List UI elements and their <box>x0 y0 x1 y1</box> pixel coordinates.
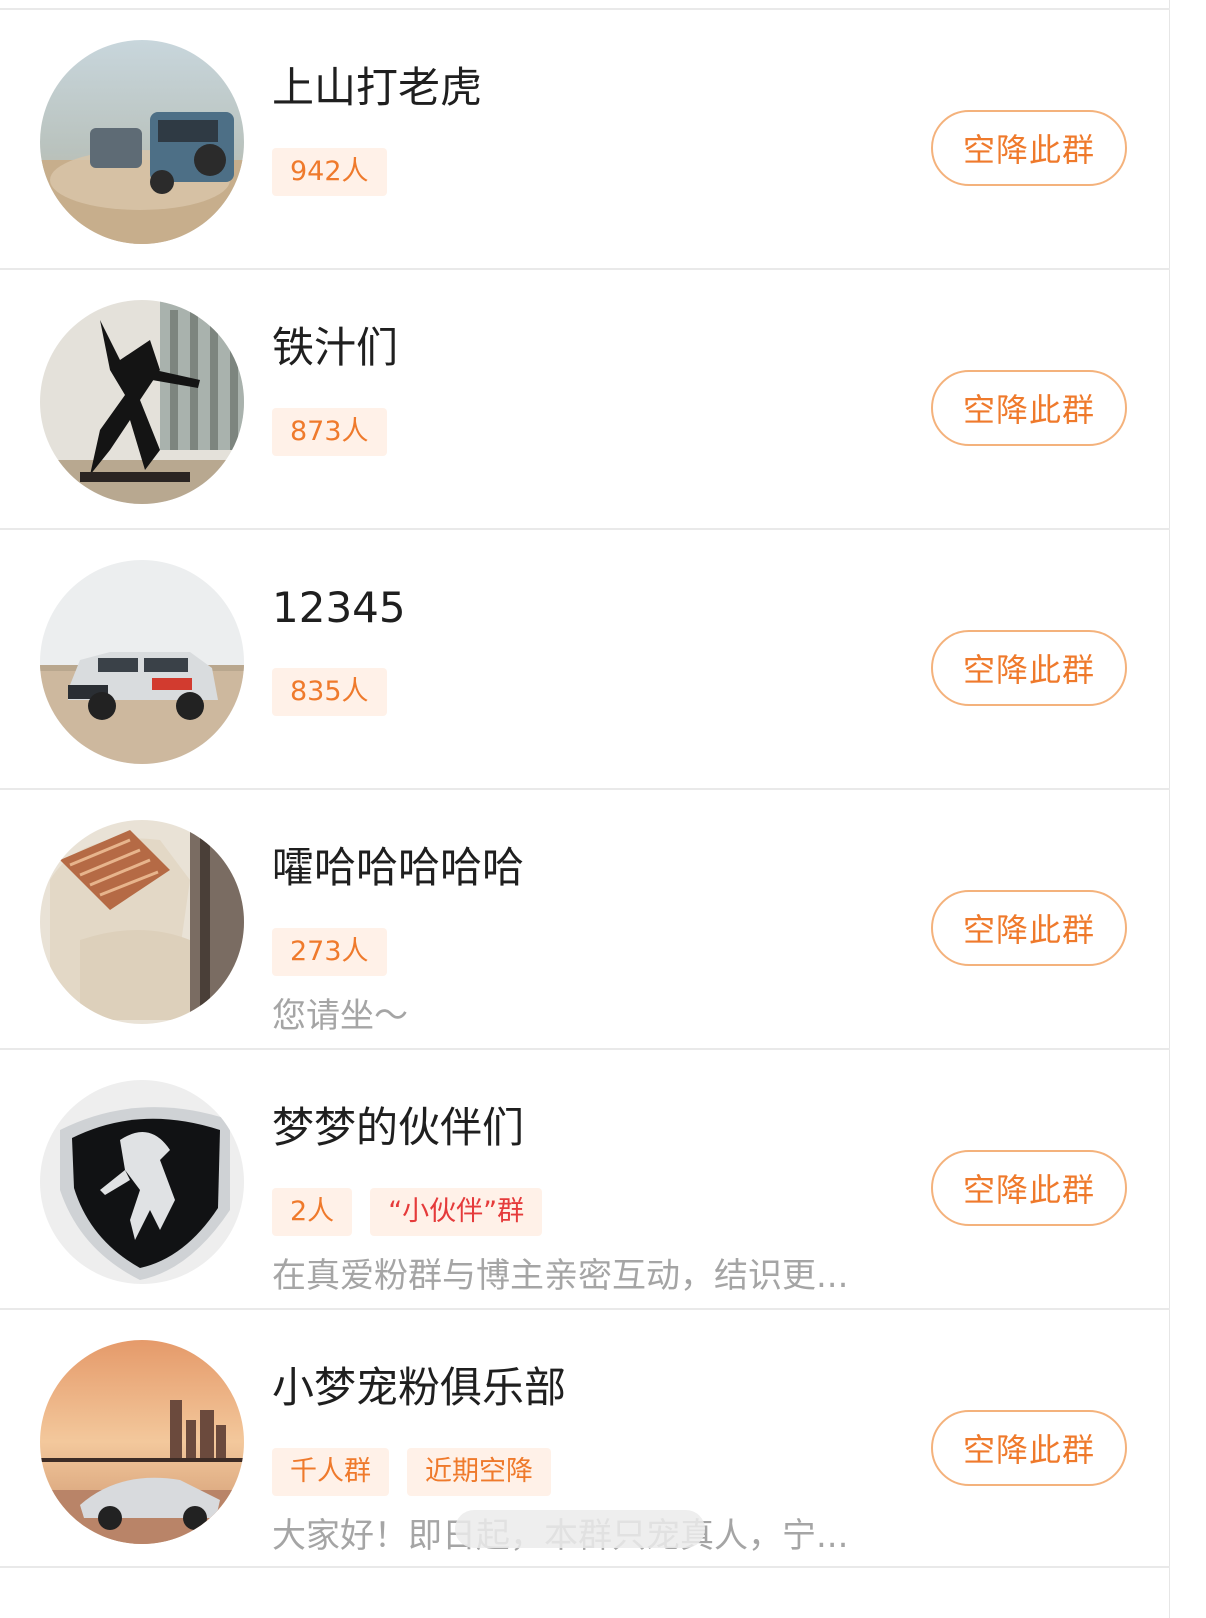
car-seat-pillow-photo <box>40 820 244 1024</box>
ferrari-badge-photo <box>40 1080 244 1284</box>
member-count-tag: 2人 <box>272 1188 353 1236</box>
group-avatar-image[interactable] <box>40 560 244 764</box>
member-count-tag: 942人 <box>272 148 387 196</box>
group-row[interactable]: 上山打老虎 942人 空降此群 <box>0 10 1170 268</box>
group-tags: 835人 <box>272 668 387 716</box>
group-name: 梦梦的伙伴们 <box>272 1103 525 1152</box>
join-group-button[interactable]: 空降此群 <box>931 630 1127 706</box>
group-avatar-image[interactable] <box>40 1340 244 1544</box>
group-row[interactable]: 12345 835人 空降此群 <box>0 530 1170 788</box>
sculpture-photo <box>40 300 244 504</box>
group-avatar-image[interactable] <box>40 1080 244 1284</box>
group-type-tag: “小伙伴”群 <box>370 1188 543 1236</box>
group-description: 您请坐～ <box>272 996 408 1036</box>
suv-desert-photo <box>40 560 244 764</box>
sports-car-sunset-photo <box>40 1340 244 1544</box>
off-road-cars-desert-photo <box>40 40 244 244</box>
group-name: 12345 <box>272 583 406 632</box>
member-count-tag: 835人 <box>272 668 387 716</box>
group-name: 小梦宠粉俱乐部 <box>272 1363 567 1412</box>
group-name: 铁汁们 <box>272 323 399 372</box>
join-group-button[interactable]: 空降此群 <box>931 890 1127 966</box>
join-group-button[interactable]: 空降此群 <box>931 1150 1127 1226</box>
group-tags: 942人 <box>272 148 387 196</box>
join-group-button[interactable]: 空降此群 <box>931 370 1127 446</box>
group-size-tag: 千人群 <box>272 1448 389 1496</box>
group-row[interactable]: 铁汁们 873人 空降此群 <box>0 270 1170 528</box>
member-count-tag: 273人 <box>272 928 387 976</box>
group-avatar-image[interactable] <box>40 820 244 1024</box>
group-tags: 873人 <box>272 408 387 456</box>
group-name: 上山打老虎 <box>272 63 483 112</box>
join-group-button[interactable]: 空降此群 <box>931 1410 1127 1486</box>
divider <box>0 1566 1170 1568</box>
group-row[interactable]: 嚯哈哈哈哈哈 273人 您请坐～ 空降此群 <box>0 790 1170 1048</box>
watermark-overlay <box>455 1510 705 1548</box>
group-tags: 千人群 近期空降 <box>272 1448 551 1496</box>
group-row[interactable]: 梦梦的伙伴们 2人 “小伙伴”群 在真爱粉群与博主亲密互动，结识更... 空降此… <box>0 1050 1170 1308</box>
join-group-button[interactable]: 空降此群 <box>931 110 1127 186</box>
recent-join-tag: 近期空降 <box>407 1448 551 1496</box>
group-avatar-image[interactable] <box>40 40 244 244</box>
group-avatar-image[interactable] <box>40 300 244 504</box>
group-list: 上山打老虎 942人 空降此群 铁汁们 873人 空降此群 12345 835人… <box>0 0 1170 1618</box>
group-tags: 273人 <box>272 928 387 976</box>
member-count-tag: 873人 <box>272 408 387 456</box>
group-description: 在真爱粉群与博主亲密互动，结识更... <box>272 1256 849 1296</box>
group-name: 嚯哈哈哈哈哈 <box>272 843 525 892</box>
group-tags: 2人 “小伙伴”群 <box>272 1188 543 1236</box>
